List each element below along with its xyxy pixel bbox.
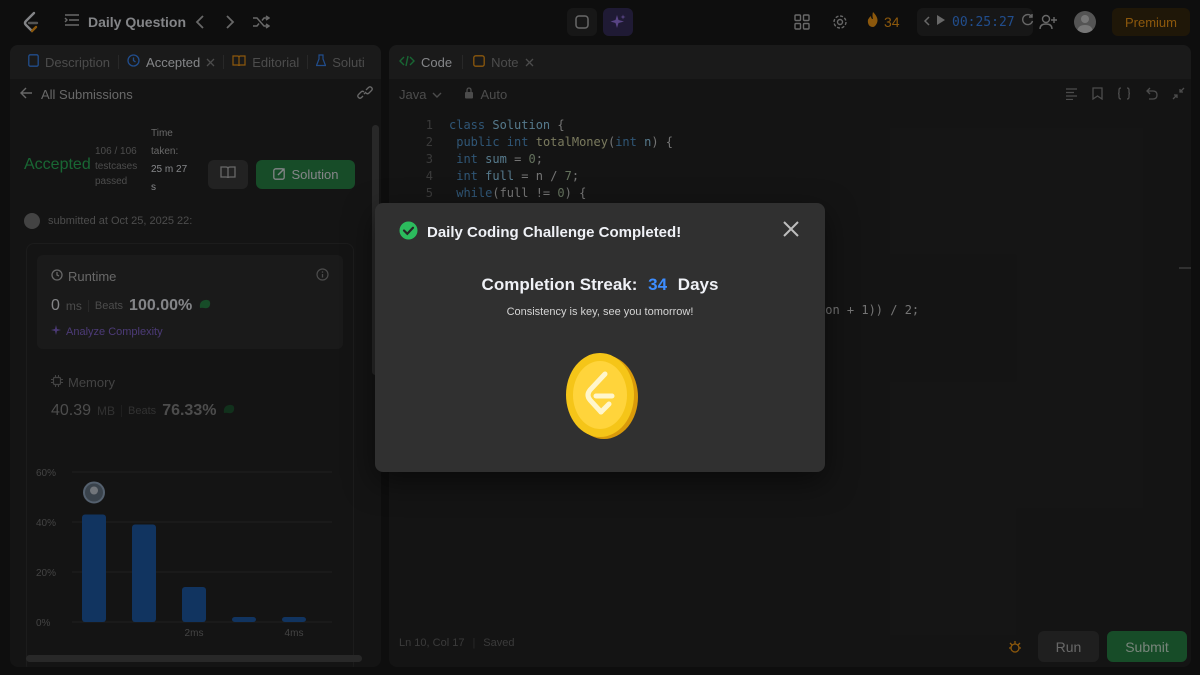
streak-unit: Days (677, 275, 719, 294)
streak-value: 34 (648, 275, 668, 294)
daily-challenge-modal: Daily Coding Challenge Completed! Comple… (375, 203, 825, 472)
modal-title: Daily Coding Challenge Completed! (427, 224, 682, 241)
streak-label: Completion Streak: (481, 275, 638, 294)
modal-subtitle: Consistency is key, see you tomorrow! (506, 306, 694, 318)
gold-coin-icon (564, 352, 640, 445)
check-circle-icon (399, 221, 418, 244)
close-icon[interactable] (781, 219, 801, 239)
completion-streak: Completion Streak: 34 Days (375, 275, 825, 295)
modal-header: Daily Coding Challenge Completed! (399, 221, 681, 244)
